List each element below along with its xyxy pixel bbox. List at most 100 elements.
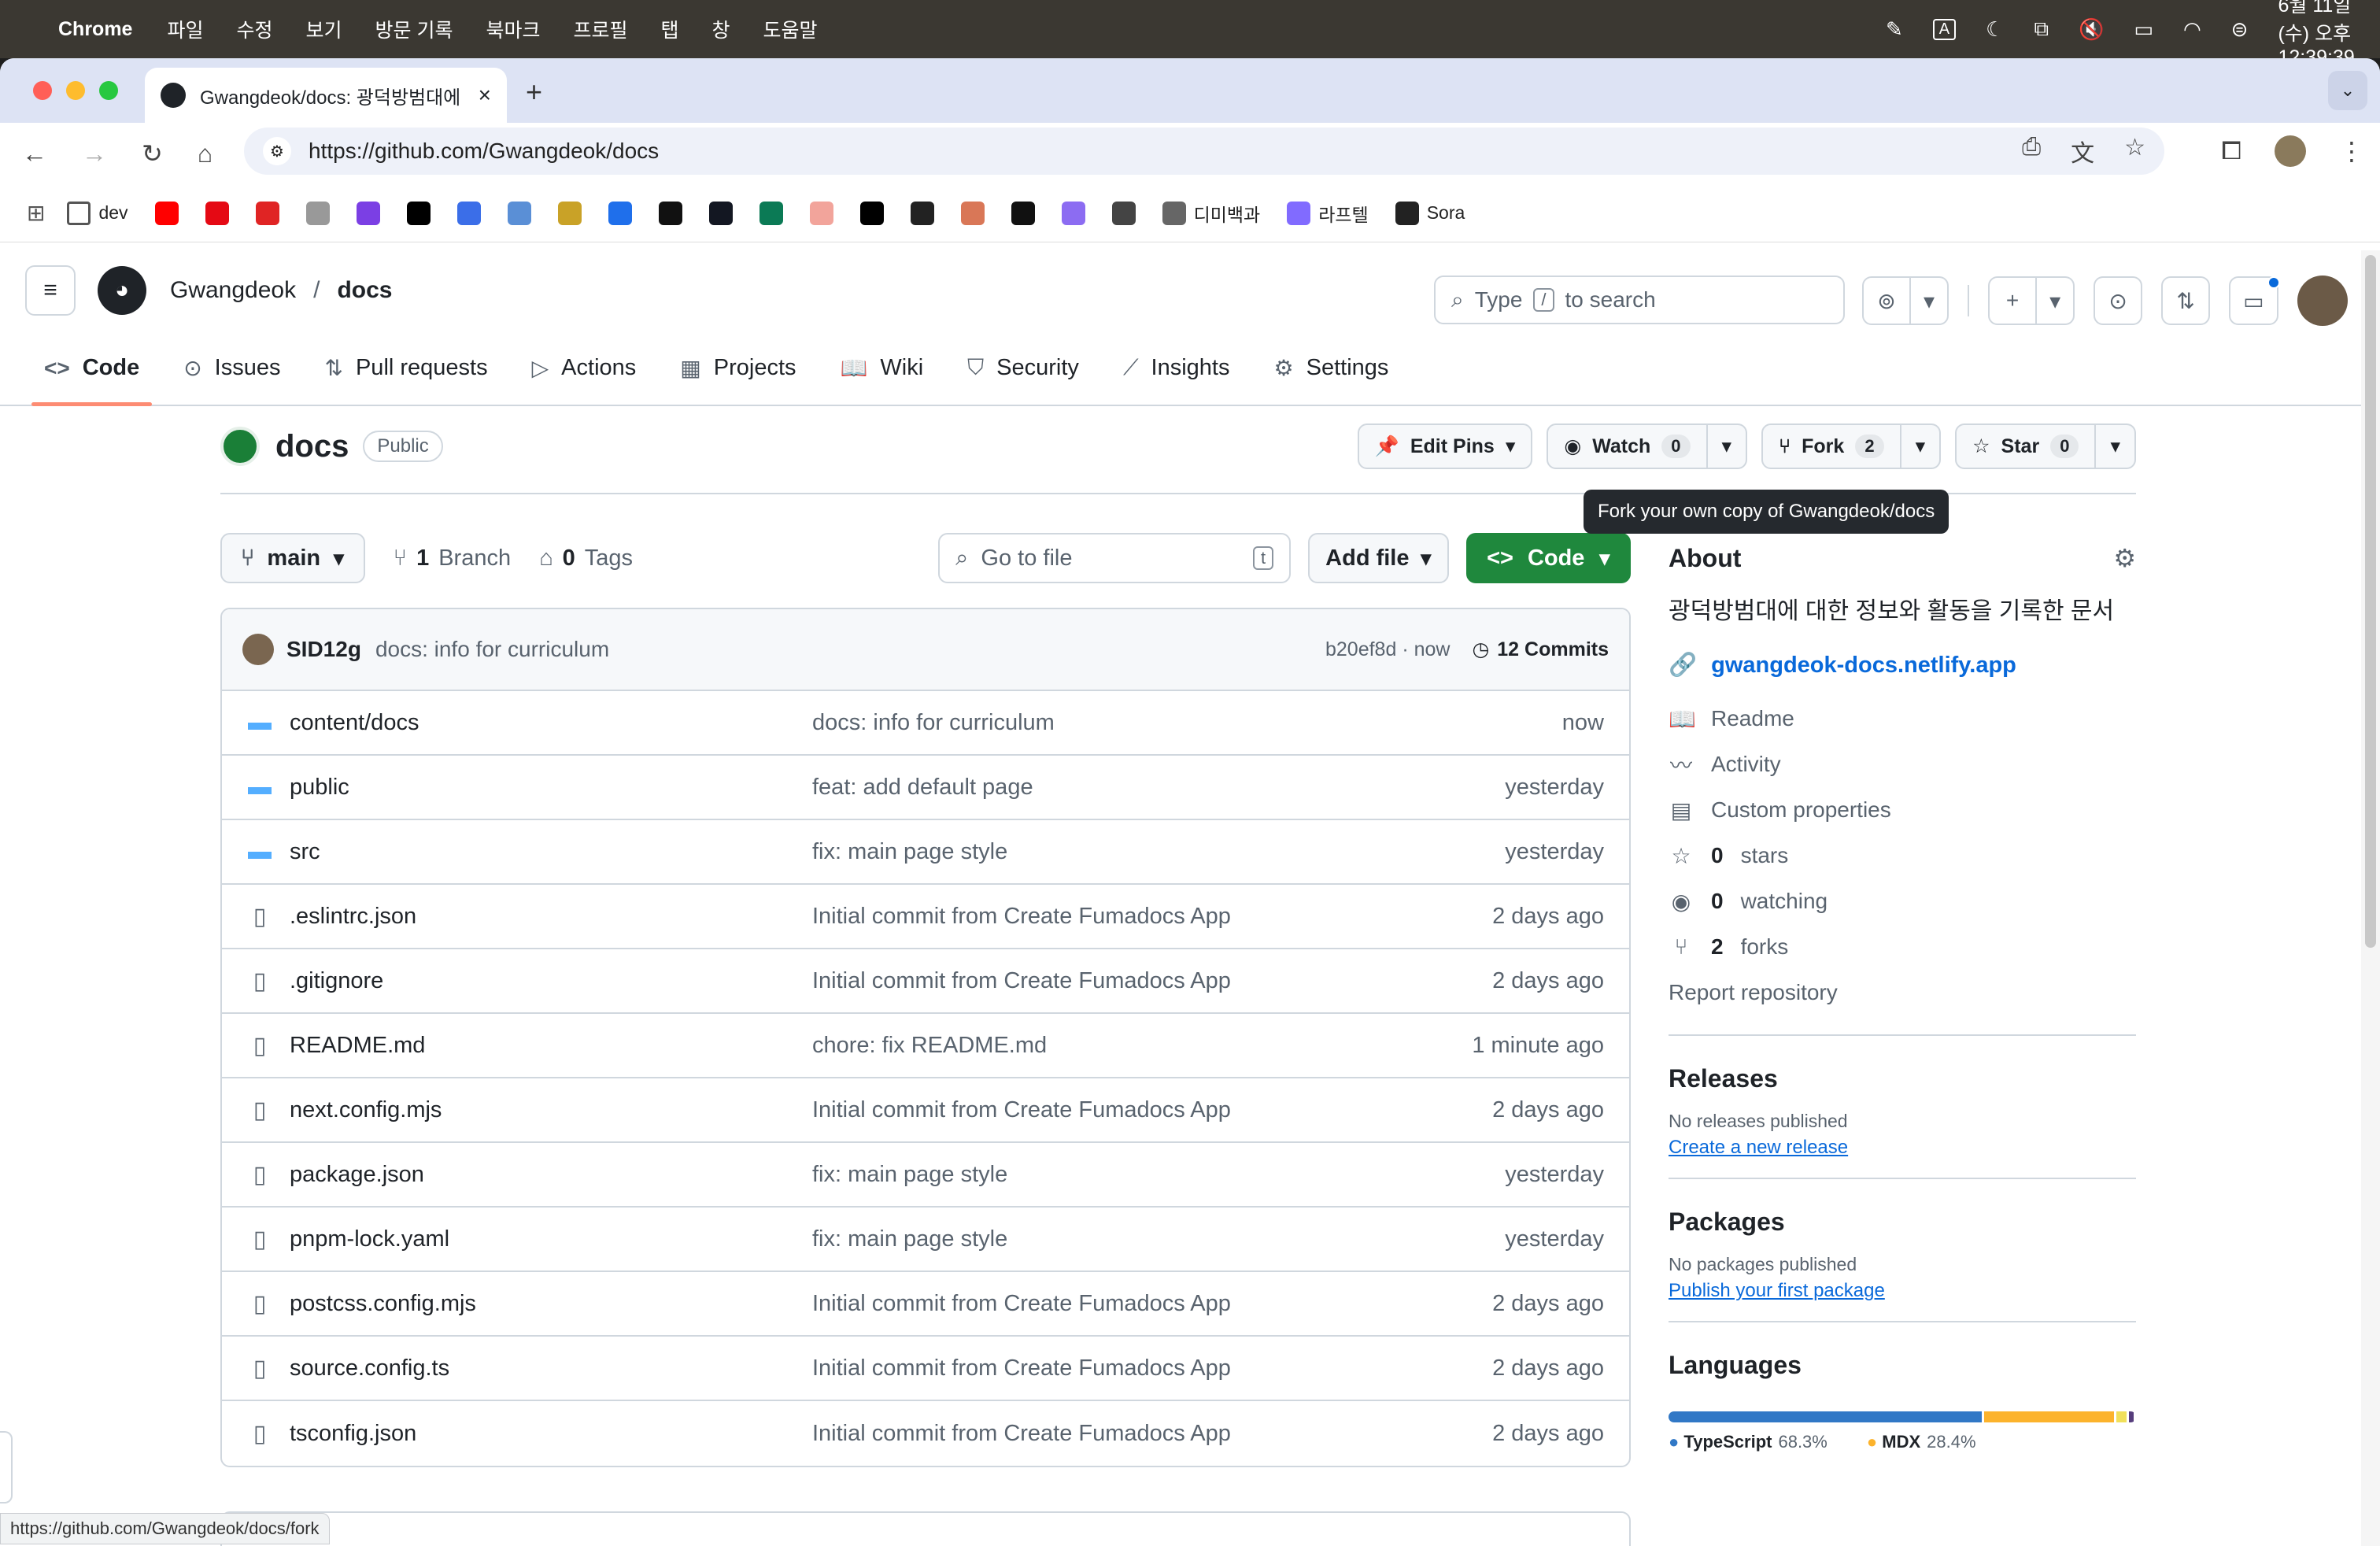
tab-issues[interactable]: ⊙ Issues bbox=[164, 355, 299, 405]
breadcrumb-repo[interactable]: docs bbox=[337, 277, 392, 304]
bookmark-item[interactable] bbox=[608, 201, 632, 225]
publish-package-link[interactable]: Publish your first package bbox=[1669, 1280, 2136, 1302]
file-name[interactable]: README.md bbox=[290, 1033, 812, 1059]
menubar-item[interactable]: 수정 bbox=[236, 15, 272, 43]
bookmark-item[interactable] bbox=[507, 201, 531, 225]
bookmark-item[interactable] bbox=[557, 201, 582, 225]
bookmark-item[interactable] bbox=[859, 201, 884, 225]
wifi-icon[interactable]: ◠ bbox=[2183, 17, 2201, 42]
tab-wiki[interactable]: 📖 Wiki bbox=[822, 355, 943, 405]
menubar-item[interactable]: 파일 bbox=[167, 15, 203, 43]
focus-moon-icon[interactable]: ☾ bbox=[1986, 17, 2004, 42]
bookmark-item[interactable] bbox=[305, 201, 330, 225]
maximize-window-button[interactable] bbox=[99, 81, 118, 100]
bookmark-item[interactable]: Sora bbox=[1395, 201, 1465, 225]
bookmark-item[interactable] bbox=[708, 201, 733, 225]
site-info-icon[interactable]: ⚙ bbox=[263, 137, 291, 165]
about-item-forks[interactable]: ⑂ 2 forks bbox=[1669, 924, 2136, 970]
tab-pull-requests[interactable]: ⇅ Pull requests bbox=[306, 355, 507, 405]
menubar-app-name[interactable]: Chrome bbox=[58, 18, 132, 41]
tab-insights[interactable]: ⟋ Insights bbox=[1104, 355, 1249, 405]
bookmark-item[interactable] bbox=[759, 201, 783, 225]
add-file-button[interactable]: Add file ▾ bbox=[1308, 533, 1450, 583]
file-commit-message[interactable]: chore: fix README.md bbox=[812, 1033, 1472, 1059]
bookmark-item[interactable]: 디미백과 bbox=[1162, 200, 1260, 227]
commits-link[interactable]: ◷ 12 Commits bbox=[1472, 638, 1609, 661]
about-item-watching[interactable]: ◉ 0 watching bbox=[1669, 878, 2136, 924]
file-commit-message[interactable]: docs: info for curriculum bbox=[812, 710, 1562, 736]
bookmark-item[interactable] bbox=[960, 201, 985, 225]
reload-icon[interactable]: ↻ bbox=[142, 139, 163, 168]
packages-heading[interactable]: Packages bbox=[1669, 1208, 2136, 1237]
about-item-activity[interactable]: 〰 Activity bbox=[1669, 742, 2136, 787]
menubar-item[interactable]: 프로필 bbox=[573, 15, 627, 43]
create-new-button[interactable]: + bbox=[1988, 276, 2038, 325]
tab-projects[interactable]: ▦ Projects bbox=[661, 355, 815, 405]
file-name[interactable]: .gitignore bbox=[290, 968, 812, 994]
create-release-link[interactable]: Create a new release bbox=[1669, 1137, 2136, 1159]
tab-security[interactable]: ⛉ Security bbox=[948, 355, 1098, 405]
bookmark-star-icon[interactable]: ☆ bbox=[2124, 134, 2145, 168]
issues-icon[interactable]: ⊙ bbox=[2094, 276, 2143, 325]
watch-button[interactable]: ◉ Watch 0 bbox=[1547, 423, 1708, 469]
file-name[interactable]: tsconfig.json bbox=[290, 1421, 812, 1447]
forward-icon[interactable]: → bbox=[82, 139, 107, 168]
language-item[interactable]: ● MDX 28.4% bbox=[1867, 1432, 1976, 1452]
translate-icon[interactable]: 文 bbox=[2071, 134, 2094, 168]
global-search-input[interactable]: ⌕ Type / to search bbox=[1434, 276, 1845, 324]
edit-pins-button[interactable]: 📌 Edit Pins ▾ bbox=[1357, 423, 1533, 469]
watch-dropdown-button[interactable]: ▾ bbox=[1707, 423, 1748, 469]
battery-icon[interactable]: ▭ bbox=[2134, 17, 2153, 42]
tab-close-icon[interactable]: × bbox=[479, 83, 491, 108]
about-item-readme[interactable]: 📖 Readme bbox=[1669, 696, 2136, 742]
commit-hash[interactable]: b20ef8d · now bbox=[1325, 638, 1450, 661]
releases-heading[interactable]: Releases bbox=[1669, 1064, 2136, 1093]
website-link[interactable]: 🔗 gwangdeok-docs.netlify.app bbox=[1669, 652, 2136, 679]
about-item-custom-properties[interactable]: ▤ Custom properties bbox=[1669, 787, 2136, 833]
star-button[interactable]: ☆ Star 0 bbox=[1955, 423, 2097, 469]
commit-message[interactable]: docs: info for curriculum bbox=[375, 637, 609, 662]
file-commit-message[interactable]: fix: main page style bbox=[812, 1162, 1505, 1188]
file-name[interactable]: pnpm-lock.yaml bbox=[290, 1226, 812, 1252]
home-icon[interactable]: ⌂ bbox=[198, 139, 213, 168]
fork-button[interactable]: ⑂ Fork 2 bbox=[1761, 423, 1901, 469]
minimize-window-button[interactable] bbox=[66, 81, 85, 100]
bookmark-item[interactable] bbox=[1011, 201, 1035, 225]
tab-search-button[interactable]: ⌄ bbox=[2328, 71, 2367, 110]
breadcrumb-owner[interactable]: Gwangdeok bbox=[170, 277, 296, 304]
bookmark-item[interactable]: dev bbox=[67, 201, 128, 225]
file-commit-message[interactable]: feat: add default page bbox=[812, 775, 1505, 801]
file-name[interactable]: source.config.ts bbox=[290, 1356, 812, 1381]
menubar-item[interactable]: 창 bbox=[712, 15, 730, 43]
file-name[interactable]: next.config.mjs bbox=[290, 1097, 812, 1123]
pen-icon[interactable]: ✎ bbox=[1886, 17, 1903, 42]
tab-settings[interactable]: ⚙ Settings bbox=[1255, 355, 1408, 405]
about-item-stars[interactable]: ☆ 0 stars bbox=[1669, 833, 2136, 878]
file-commit-message[interactable]: Initial commit from Create Fumadocs App bbox=[812, 1356, 1492, 1381]
branch-selector[interactable]: ⑂ main ▾ bbox=[220, 533, 365, 583]
screen-mirroring-icon[interactable]: ⧉ bbox=[2034, 17, 2049, 42]
code-button[interactable]: <> Code ▾ bbox=[1466, 533, 1631, 583]
extensions-icon[interactable]: ⧠ bbox=[2221, 136, 2241, 166]
mute-icon[interactable]: 🔇 bbox=[2079, 17, 2104, 42]
input-source-icon[interactable]: A bbox=[1932, 18, 1957, 40]
menubar-item[interactable]: 보기 bbox=[306, 15, 342, 43]
go-to-file-input[interactable]: ⌕ Go to file t bbox=[938, 533, 1292, 583]
file-name[interactable]: public bbox=[290, 775, 812, 801]
tags-link[interactable]: ⌂ 0 Tags bbox=[539, 546, 633, 571]
menubar-item[interactable]: 도움말 bbox=[763, 15, 818, 43]
user-avatar[interactable] bbox=[2297, 276, 2348, 326]
side-panel-handle[interactable] bbox=[0, 1431, 13, 1503]
commit-author[interactable]: SID12g bbox=[286, 637, 361, 662]
browser-tab-active[interactable]: Gwangdeok/docs: 광덕방범대에 × bbox=[145, 68, 507, 123]
bookmark-item[interactable] bbox=[456, 201, 481, 225]
report-repository-link[interactable]: Report repository bbox=[1669, 970, 2136, 1015]
file-commit-message[interactable]: Initial commit from Create Fumadocs App bbox=[812, 904, 1492, 930]
file-name[interactable]: src bbox=[290, 839, 812, 865]
repo-name[interactable]: docs bbox=[275, 429, 349, 464]
copilot-button[interactable]: ⊚ bbox=[1862, 276, 1911, 325]
menubar-item[interactable]: 탭 bbox=[661, 15, 679, 43]
github-logo-icon[interactable]: ◕ bbox=[98, 266, 146, 315]
bookmark-item[interactable] bbox=[910, 201, 934, 225]
file-commit-message[interactable]: Initial commit from Create Fumadocs App bbox=[812, 1097, 1492, 1123]
